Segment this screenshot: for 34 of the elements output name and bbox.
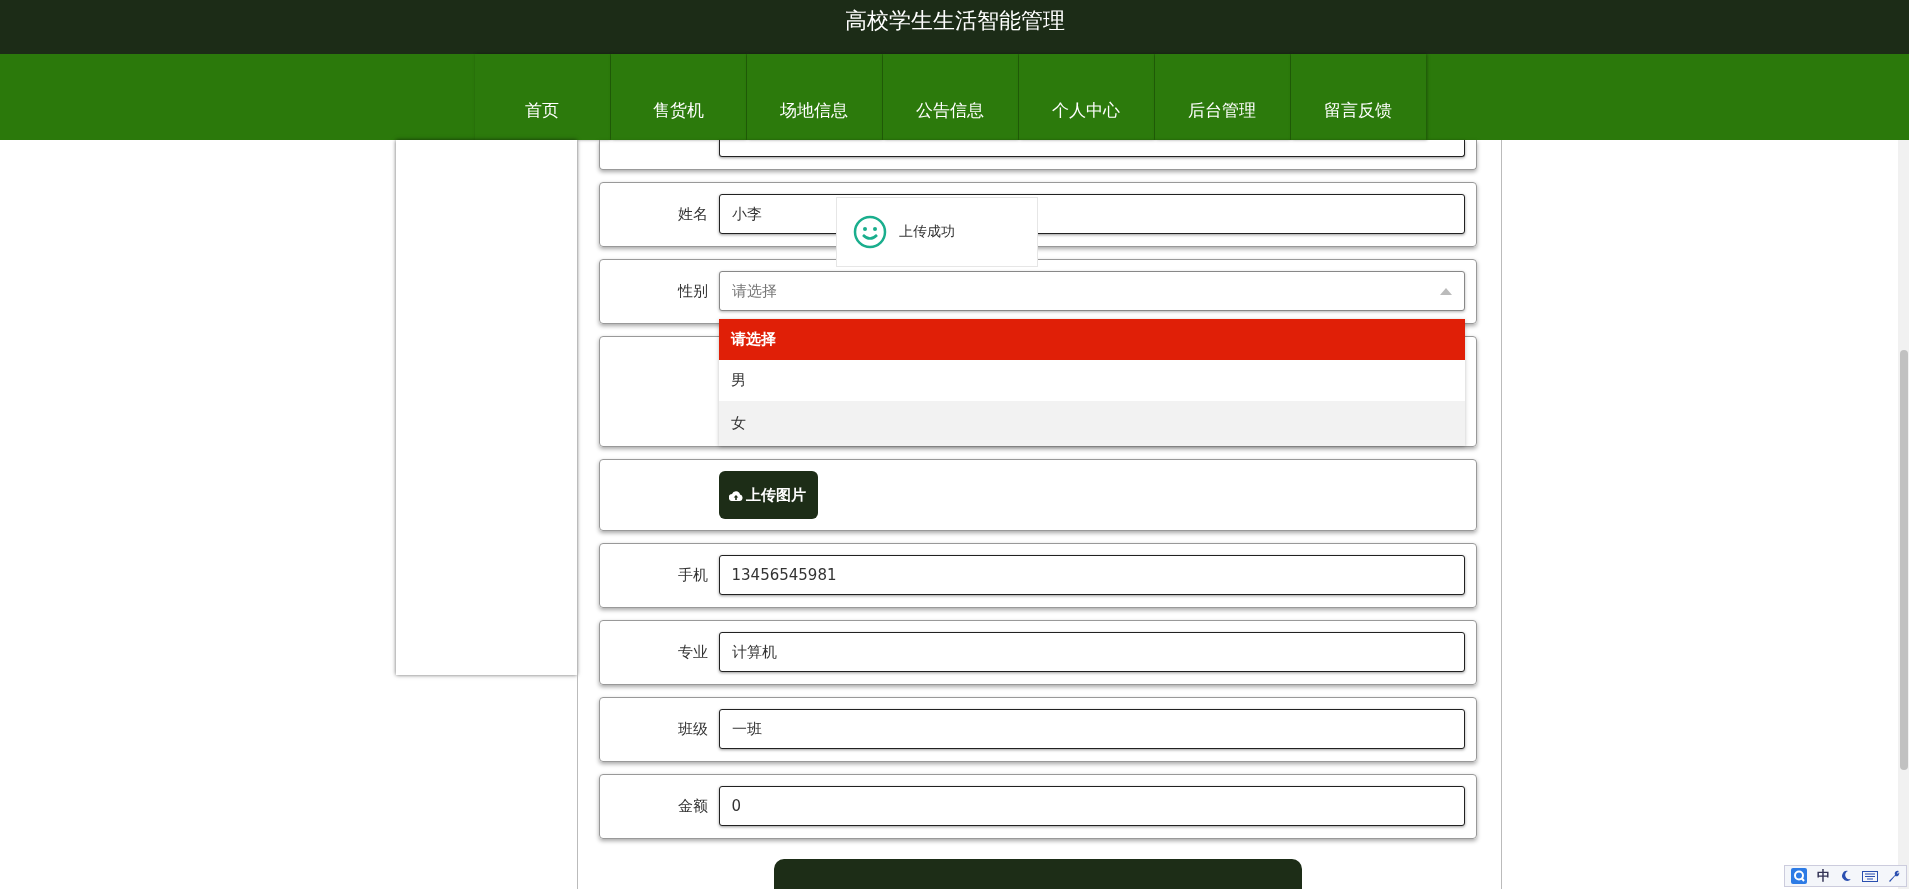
nav-item[interactable]: 首页: [474, 54, 610, 140]
keyboard-icon[interactable]: [1862, 870, 1878, 882]
upload-button[interactable]: 上传图片: [718, 471, 818, 520]
site-title: 高校学生生活智能管理: [844, 7, 1065, 35]
dropdown-option[interactable]: 男: [718, 360, 1465, 402]
nav-item[interactable]: 售货机: [610, 54, 746, 140]
dropdown-option[interactable]: 请选择: [718, 319, 1465, 361]
wrench-icon[interactable]: [1888, 870, 1900, 882]
nav-item[interactable]: 公告信息: [882, 54, 1018, 140]
nav-item[interactable]: 留言反馈: [1290, 54, 1426, 140]
field-label: 专业: [676, 642, 708, 662]
caret-icon: [1439, 287, 1452, 295]
scrollbar-thumb[interactable]: [1900, 350, 1908, 770]
moon-icon[interactable]: [1840, 870, 1852, 882]
input-field[interactable]: 13456545981: [718, 555, 1465, 596]
input-field[interactable]: [718, 140, 1465, 157]
scrollbar[interactable]: [1898, 140, 1909, 889]
input-field[interactable]: 0: [718, 786, 1465, 827]
nav-item[interactable]: 个人中心: [1018, 54, 1154, 140]
dropdown-option[interactable]: 女: [718, 401, 1465, 447]
select-field[interactable]: 请选择: [718, 271, 1465, 312]
ime-mode[interactable]: 中: [1817, 867, 1830, 885]
field-label: 手机: [676, 565, 708, 585]
field-label: 金额: [676, 796, 708, 816]
cloud-upload-icon: [728, 489, 743, 501]
field-label: 姓名: [676, 204, 708, 224]
nav-item[interactable]: 后台管理: [1154, 54, 1290, 140]
field-label: 班级: [676, 719, 708, 739]
input-field[interactable]: 计算机: [718, 632, 1465, 673]
nav-item[interactable]: 场地信息: [746, 54, 882, 140]
input-field[interactable]: 一班: [718, 709, 1465, 750]
search-icon[interactable]: [1791, 868, 1807, 884]
smiley-icon: [852, 215, 887, 250]
field-label: 性别: [676, 281, 708, 301]
